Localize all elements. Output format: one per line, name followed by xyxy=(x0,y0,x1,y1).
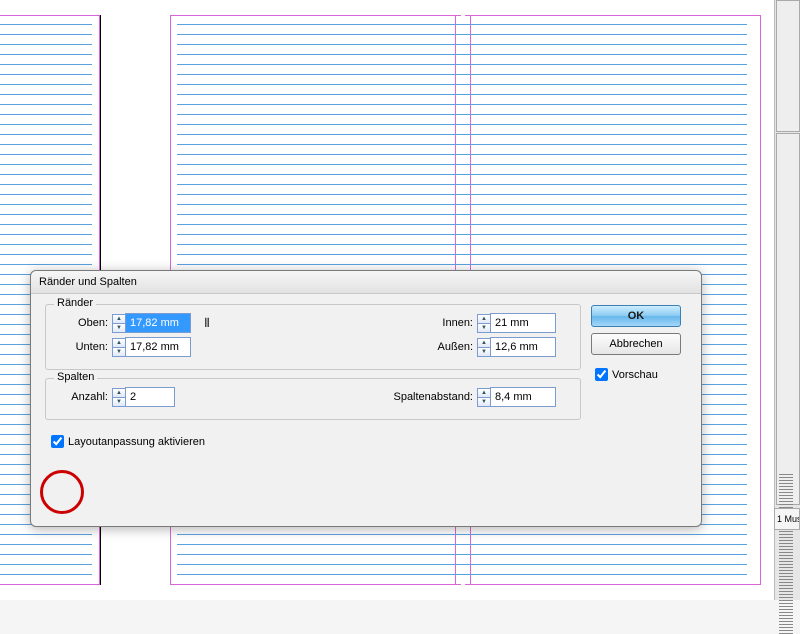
count-spin-down[interactable]: ▼ xyxy=(112,397,126,407)
gutter-spin-down[interactable]: ▼ xyxy=(477,397,491,407)
top-input[interactable] xyxy=(125,313,191,333)
columns-fieldset: Spalten Anzahl: ▲ ▼ Spaltenabstand: xyxy=(45,378,581,420)
inside-label: Innen: xyxy=(423,317,473,329)
dialog-button-column: OK Abbrechen Vorschau xyxy=(591,305,687,384)
inside-input[interactable] xyxy=(490,313,556,333)
count-input[interactable] xyxy=(125,387,175,407)
count-label: Anzahl: xyxy=(58,391,108,403)
top-spin-down[interactable]: ▼ xyxy=(112,323,126,333)
panel-2[interactable] xyxy=(776,133,800,505)
outside-label: Außen: xyxy=(423,341,473,353)
gutter-input[interactable] xyxy=(490,387,556,407)
inside-spin-down[interactable]: ▼ xyxy=(477,323,491,333)
margins-fieldset: Ränder Oben: ▲ ▼ ⦀ xyxy=(45,304,581,370)
outside-spin-down[interactable]: ▼ xyxy=(477,347,491,357)
pages-master-item[interactable]: 1 Must xyxy=(774,508,800,530)
link-margins-icon[interactable]: ⦀ xyxy=(200,313,214,333)
layout-adjust-label: Layoutanpassung aktivieren xyxy=(68,436,205,448)
cancel-button[interactable]: Abbrechen xyxy=(591,333,681,355)
bottom-spin-down[interactable]: ▼ xyxy=(112,347,126,357)
dialog-title: Ränder und Spalten xyxy=(31,271,701,294)
panel-1[interactable] xyxy=(776,0,800,132)
ok-button[interactable]: OK xyxy=(591,305,681,327)
layout-adjust-checkbox[interactable] xyxy=(51,435,64,448)
preview-checkbox[interactable] xyxy=(595,368,608,381)
top-label: Oben: xyxy=(58,317,108,329)
preview-label: Vorschau xyxy=(612,369,658,381)
margins-columns-dialog: Ränder und Spalten Ränder Oben: ▲ ▼ xyxy=(30,270,702,527)
outside-input[interactable] xyxy=(490,337,556,357)
gutter-label: Spaltenabstand: xyxy=(373,391,473,403)
bottom-input[interactable] xyxy=(125,337,191,357)
bottom-label: Unten: xyxy=(58,341,108,353)
right-panel-dock: 1 Must xyxy=(774,0,800,600)
margins-legend: Ränder xyxy=(54,297,96,309)
columns-legend: Spalten xyxy=(54,371,97,383)
